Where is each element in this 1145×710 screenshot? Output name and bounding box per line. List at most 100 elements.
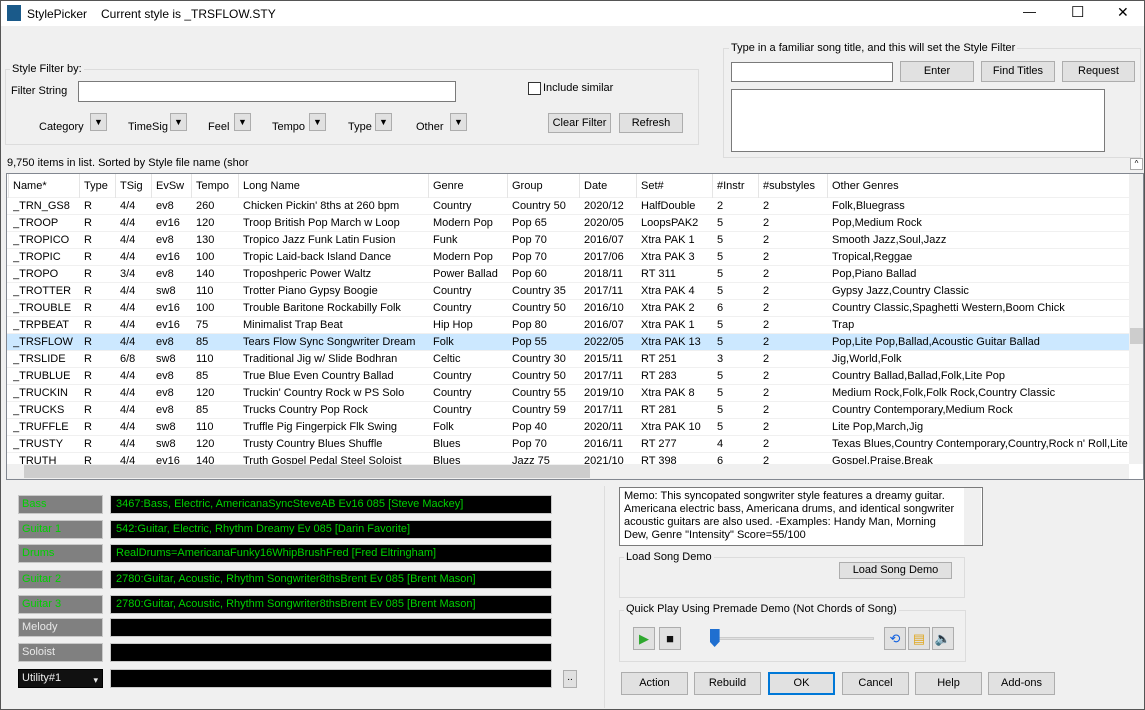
table-cell: Modern Pop xyxy=(433,251,493,263)
table-cell: _TRPBEAT xyxy=(13,319,70,331)
speaker-icon[interactable]: 🔈 xyxy=(932,627,954,650)
cancel-button[interactable]: Cancel xyxy=(842,672,909,695)
column-separator[interactable] xyxy=(428,174,429,198)
table-row[interactable]: _TRUBLUE R 4/4 ev8 85 True Blue Even Country … xyxy=(7,368,1129,385)
table-row[interactable]: _TROTTER R 4/4 sw8 110 Trotter Piano Gypsy Bo… xyxy=(7,283,1129,300)
column-separator[interactable] xyxy=(115,174,116,198)
play-icon[interactable]: ▶ xyxy=(633,627,655,650)
table-row[interactable]: _TRN_GS8 R 4/4 ev8 260 Chicken Pickin' 8ths a… xyxy=(7,198,1129,215)
column-header[interactable]: EvSw xyxy=(156,174,193,198)
column-separator[interactable] xyxy=(151,174,152,198)
table-row[interactable]: _TROPIC R 4/4 ev16 100 Tropic Laid-back Islan… xyxy=(7,249,1129,266)
table-cell: _TROUBLE xyxy=(13,302,72,314)
maximize-button[interactable]: ☐ xyxy=(1071,3,1084,21)
find-titles-button[interactable]: Find Titles xyxy=(981,61,1055,82)
column-separator[interactable] xyxy=(758,174,759,198)
instrument-patch-field[interactable]: 3467:Bass, Electric, AmericanaSyncSteveA… xyxy=(110,495,552,514)
rebuild-button[interactable]: Rebuild xyxy=(694,672,761,695)
table-cell: R xyxy=(84,234,92,246)
column-header[interactable]: Other Genres xyxy=(832,174,1132,198)
table-row[interactable]: _TROPICO R 4/4 ev8 130 Tropico Jazz Funk Lati… xyxy=(7,232,1129,249)
table-row[interactable]: _TROUBLE R 4/4 ev16 100 Trouble Baritone Rock… xyxy=(7,300,1129,317)
column-separator[interactable] xyxy=(827,174,828,198)
column-separator[interactable] xyxy=(579,174,580,198)
column-header[interactable]: Genre xyxy=(433,174,509,198)
table-cell: Truffle Pig Fingerpick Flk Swing xyxy=(243,421,398,433)
minimize-button[interactable]: — xyxy=(1023,4,1036,19)
table-cell: R xyxy=(84,438,92,450)
column-separator[interactable] xyxy=(636,174,637,198)
table-cell: _TRN_GS8 xyxy=(13,200,70,212)
column-header[interactable]: Long Name xyxy=(243,174,429,198)
column-header[interactable]: Group xyxy=(512,174,581,198)
table-row[interactable]: _TRUFFLE R 4/4 sw8 110 Truffle Pig Fingerpick… xyxy=(7,419,1129,436)
column-header[interactable]: #Instr xyxy=(717,174,760,198)
column-header[interactable]: TSig xyxy=(120,174,153,198)
load-song-demo-button[interactable]: Load Song Demo xyxy=(839,562,952,579)
ok-button[interactable]: OK xyxy=(768,672,835,695)
action-button[interactable]: Action xyxy=(621,672,688,695)
instrument-patch-field[interactable] xyxy=(110,643,552,662)
column-header[interactable]: Name* xyxy=(13,174,81,198)
instrument-patch-field[interactable]: 2780:Guitar, Acoustic, Rhythm Songwriter… xyxy=(110,595,552,614)
table-cell: Pop 65 xyxy=(512,217,547,229)
folder-icon[interactable]: ▤ xyxy=(908,627,930,650)
utility-dropdown[interactable]: Utility#1 ▾ xyxy=(18,669,103,688)
column-separator[interactable] xyxy=(712,174,713,198)
loop-icon[interactable]: ⟲ xyxy=(884,627,906,650)
instrument-patch-field[interactable]: 542:Guitar, Electric, Rhythm Dreamy Ev 0… xyxy=(110,520,552,539)
vertical-scrollbar[interactable] xyxy=(1129,174,1143,464)
instrument-patch-field[interactable]: RealDrums=AmericanaFunky16WhipBrushFred … xyxy=(110,544,552,563)
enter-button[interactable]: Enter xyxy=(900,61,974,82)
help-button[interactable]: Help xyxy=(915,672,982,695)
instrument-patch-field[interactable] xyxy=(110,618,552,637)
playback-slider[interactable] xyxy=(711,637,874,640)
song-title-results[interactable] xyxy=(731,89,1105,152)
stop-icon[interactable]: ■ xyxy=(659,627,681,650)
column-separator[interactable] xyxy=(8,174,9,198)
tempo-dropdown[interactable]: ▼ xyxy=(309,113,326,131)
table-row[interactable]: _TRUCKS R 4/4 ev8 85 Trucks Country Pop Rock C… xyxy=(7,402,1129,419)
table-row[interactable]: _TRUSTY R 4/4 sw8 120 Trusty Country Blues Sh… xyxy=(7,436,1129,453)
close-button[interactable]: ✕ xyxy=(1117,4,1129,21)
table-row[interactable]: _TRSFLOW R 4/4 ev8 85 Tears Flow Sync Songwri… xyxy=(7,334,1129,351)
memo-scrollbar[interactable] xyxy=(964,488,981,545)
table-row[interactable]: _TRPBEAT R 4/4 ev16 75 Minimalist Trap Beat Hi… xyxy=(7,317,1129,334)
include-similar-checkbox[interactable] xyxy=(528,82,541,95)
column-header[interactable]: Date xyxy=(584,174,638,198)
collapse-icon[interactable]: ^ xyxy=(1130,158,1143,170)
feel-dropdown[interactable]: ▼ xyxy=(234,113,251,131)
horizontal-scrollbar[interactable] xyxy=(7,464,1129,479)
instrument-patch-field[interactable]: 2780:Guitar, Acoustic, Rhythm Songwriter… xyxy=(110,570,552,589)
column-separator[interactable] xyxy=(238,174,239,198)
instrument-name: Drums xyxy=(22,547,55,559)
table-cell: ev16 xyxy=(156,319,180,331)
clear-filter-button[interactable]: Clear Filter xyxy=(548,113,611,133)
more-button[interactable]: .. xyxy=(563,670,577,688)
request-button[interactable]: Request xyxy=(1062,61,1135,82)
column-separator[interactable] xyxy=(191,174,192,198)
table-row[interactable]: _TROOP R 4/4 ev16 120 Troop British Pop March… xyxy=(7,215,1129,232)
addons-button[interactable]: Add-ons xyxy=(988,672,1055,695)
horizontal-scroll-thumb[interactable] xyxy=(24,465,590,478)
column-separator[interactable] xyxy=(507,174,508,198)
table-row[interactable]: _TRUCKIN R 4/4 ev8 120 Truckin' Country Rock … xyxy=(7,385,1129,402)
instrument-patch-field[interactable] xyxy=(110,669,552,688)
column-header[interactable]: #substyles xyxy=(763,174,829,198)
vertical-scroll-thumb[interactable] xyxy=(1130,328,1143,344)
table-row[interactable]: _TROPO R 3/4 ev8 140 Troposhperic Power Waltz… xyxy=(7,266,1129,283)
column-header[interactable]: Set# xyxy=(641,174,714,198)
column-header[interactable]: Tempo xyxy=(196,174,240,198)
timesig-dropdown[interactable]: ▼ xyxy=(170,113,187,131)
table-cell: 6/8 xyxy=(120,353,136,365)
category-dropdown[interactable]: ▼ xyxy=(90,113,107,131)
song-title-input[interactable] xyxy=(731,62,893,82)
other-dropdown[interactable]: ▼ xyxy=(450,113,467,131)
table-cell: 5 xyxy=(717,251,724,263)
column-header[interactable]: Type xyxy=(84,174,117,198)
column-separator[interactable] xyxy=(79,174,80,198)
table-row[interactable]: _TRSLIDE R 6/8 sw8 110 Traditional Jig w/ Sli… xyxy=(7,351,1129,368)
type-dropdown[interactable]: ▼ xyxy=(375,113,392,131)
filter-string-input[interactable] xyxy=(78,81,456,102)
refresh-button[interactable]: Refresh xyxy=(619,113,683,133)
